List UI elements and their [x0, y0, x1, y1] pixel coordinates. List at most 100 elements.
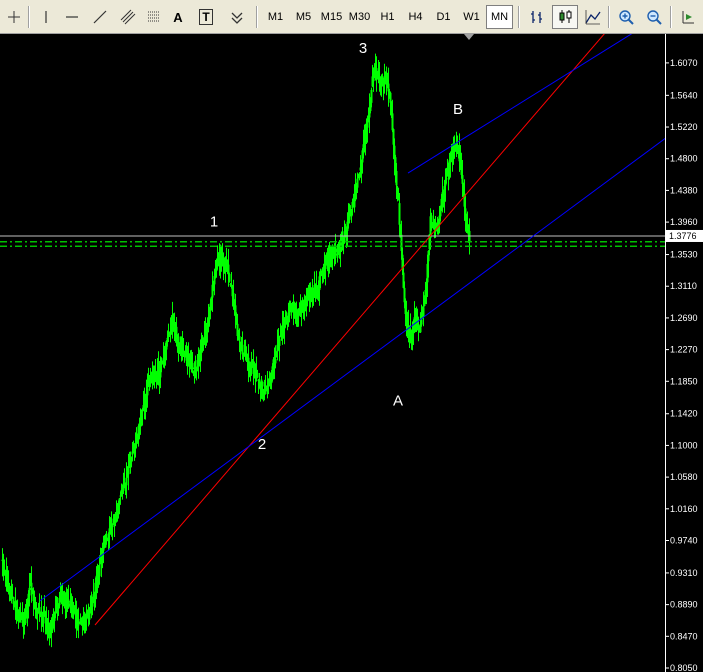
price-tick-label: 1.1000 — [670, 440, 698, 450]
candle-body — [278, 338, 281, 346]
price-tick-label: 0.8050 — [670, 663, 698, 672]
price-tick-label: 1.4380 — [670, 185, 698, 195]
arrows-tool[interactable] — [222, 5, 252, 29]
candle-body — [36, 612, 39, 615]
crosshair-icon — [8, 11, 20, 23]
timeframe-m5[interactable]: M5 — [290, 5, 317, 29]
candle-body — [98, 564, 101, 577]
candle-body — [395, 170, 398, 186]
candle-body — [420, 319, 423, 325]
price-tick-label: 1.4800 — [670, 154, 698, 164]
vertical-line-tool[interactable] — [34, 5, 58, 29]
candle-body — [461, 175, 464, 184]
toolbar-separator — [670, 6, 672, 28]
price-tick-label: 1.1420 — [670, 409, 698, 419]
toolbar-separator — [28, 6, 30, 28]
auto-scroll-button[interactable] — [676, 5, 700, 29]
price-tick-label: 1.2690 — [670, 313, 698, 323]
timeframe-mn[interactable]: MN — [486, 5, 513, 29]
wave-label: A — [393, 392, 403, 409]
equidistant-channel-tool[interactable] — [116, 5, 140, 29]
timeframe-m1[interactable]: M1 — [262, 5, 289, 29]
candle-body — [356, 178, 359, 188]
price-tick-label: 0.8890 — [670, 600, 698, 610]
candle-body — [445, 178, 448, 180]
candle-body — [232, 293, 235, 300]
timeframe-w1[interactable]: W1 — [458, 5, 485, 29]
price-chart[interactable]: 1.6070 1.5640 1.5220 1.4800 1.4380 1.3960 1.35… — [0, 34, 703, 672]
text-tool-label: A — [173, 9, 183, 25]
zoom-out-button[interactable] — [642, 5, 666, 29]
auto-scroll-icon — [682, 11, 694, 24]
price-tick-label: 1.0160 — [670, 504, 698, 514]
wave-label: 3 — [359, 40, 367, 57]
zoom-out-icon — [647, 10, 662, 25]
candle-body — [391, 113, 394, 131]
candle-body — [334, 247, 337, 253]
trendline-icon — [93, 10, 107, 24]
timeframe-h1[interactable]: H1 — [374, 5, 401, 29]
candle-body — [191, 363, 194, 370]
price-tick-label: 1.3530 — [670, 250, 698, 260]
candles-layer — [1, 53, 471, 648]
candle-body — [228, 274, 231, 282]
candlestick-chart-button[interactable] — [552, 5, 578, 29]
arrows-icon — [231, 12, 243, 24]
price-tick-label: 1.5220 — [670, 122, 698, 132]
price-tick-label: 1.5640 — [670, 90, 698, 100]
bar-chart-button[interactable] — [524, 5, 550, 29]
text-label-tool-label: T — [199, 9, 213, 25]
toolbar-separator — [256, 6, 258, 28]
timeframe-d1[interactable]: D1 — [430, 5, 457, 29]
current-price-label: 1.3776 — [669, 231, 697, 241]
chart-shift-marker[interactable] — [464, 34, 474, 40]
wave-label: 2 — [258, 436, 266, 453]
line-chart-icon — [585, 10, 601, 25]
candle-body — [430, 215, 433, 223]
price-tick-label: 1.1850 — [670, 376, 698, 386]
candle-body — [256, 372, 259, 378]
line-chart-button[interactable] — [580, 5, 606, 29]
candle-body — [28, 587, 31, 596]
toolbar: A T M1 M5 M15 M30 H1 H4 D1 W1 MN — [0, 0, 703, 34]
zoom-in-icon — [619, 10, 634, 25]
trendline[interactable] — [39, 112, 701, 602]
bar-chart-icon — [531, 11, 542, 23]
text-label-tool[interactable]: T — [194, 5, 218, 29]
timeframe-m15[interactable]: M15 — [318, 5, 345, 29]
price-tick-label: 0.9740 — [670, 535, 698, 545]
candle-body — [274, 359, 277, 364]
fibonacci-icon — [148, 11, 160, 22]
price-tick-label: 1.0580 — [670, 472, 698, 482]
candle-body — [238, 336, 241, 341]
price-tick-label: 0.8470 — [670, 631, 698, 641]
candle-body — [366, 121, 369, 128]
candle-body — [370, 89, 373, 103]
candle-body — [111, 525, 114, 528]
candle-body — [372, 78, 375, 82]
fibonacci-tool[interactable] — [142, 5, 166, 29]
timeframe-m30[interactable]: M30 — [346, 5, 373, 29]
price-tick-label: 1.2270 — [670, 345, 698, 355]
candlestick-icon — [559, 10, 572, 23]
zoom-in-button[interactable] — [614, 5, 638, 29]
equidistant-channel-icon — [120, 9, 136, 25]
timeframe-h4[interactable]: H4 — [402, 5, 429, 29]
price-tick-label: 1.3960 — [670, 217, 698, 227]
candle-body — [125, 477, 128, 486]
price-axis: 1.6070 1.5640 1.5220 1.4800 1.4380 1.3960 1.35… — [464, 34, 703, 672]
price-tick-label: 0.9310 — [670, 568, 698, 578]
horizontal-line-tool[interactable] — [60, 5, 84, 29]
trendline-tool[interactable] — [88, 5, 112, 29]
toolbar-separator — [608, 6, 610, 28]
wave-label: B — [453, 101, 463, 118]
wave-label: 1 — [210, 214, 218, 231]
candle-body — [67, 599, 70, 603]
crosshair-tool[interactable] — [2, 5, 26, 29]
candle-body — [261, 381, 264, 387]
candle-body — [77, 618, 80, 626]
toolbar-separator — [518, 6, 520, 28]
text-tool[interactable]: A — [166, 5, 190, 29]
price-tick-label: 1.6070 — [670, 58, 698, 68]
price-tick-label: 1.3110 — [670, 281, 697, 291]
